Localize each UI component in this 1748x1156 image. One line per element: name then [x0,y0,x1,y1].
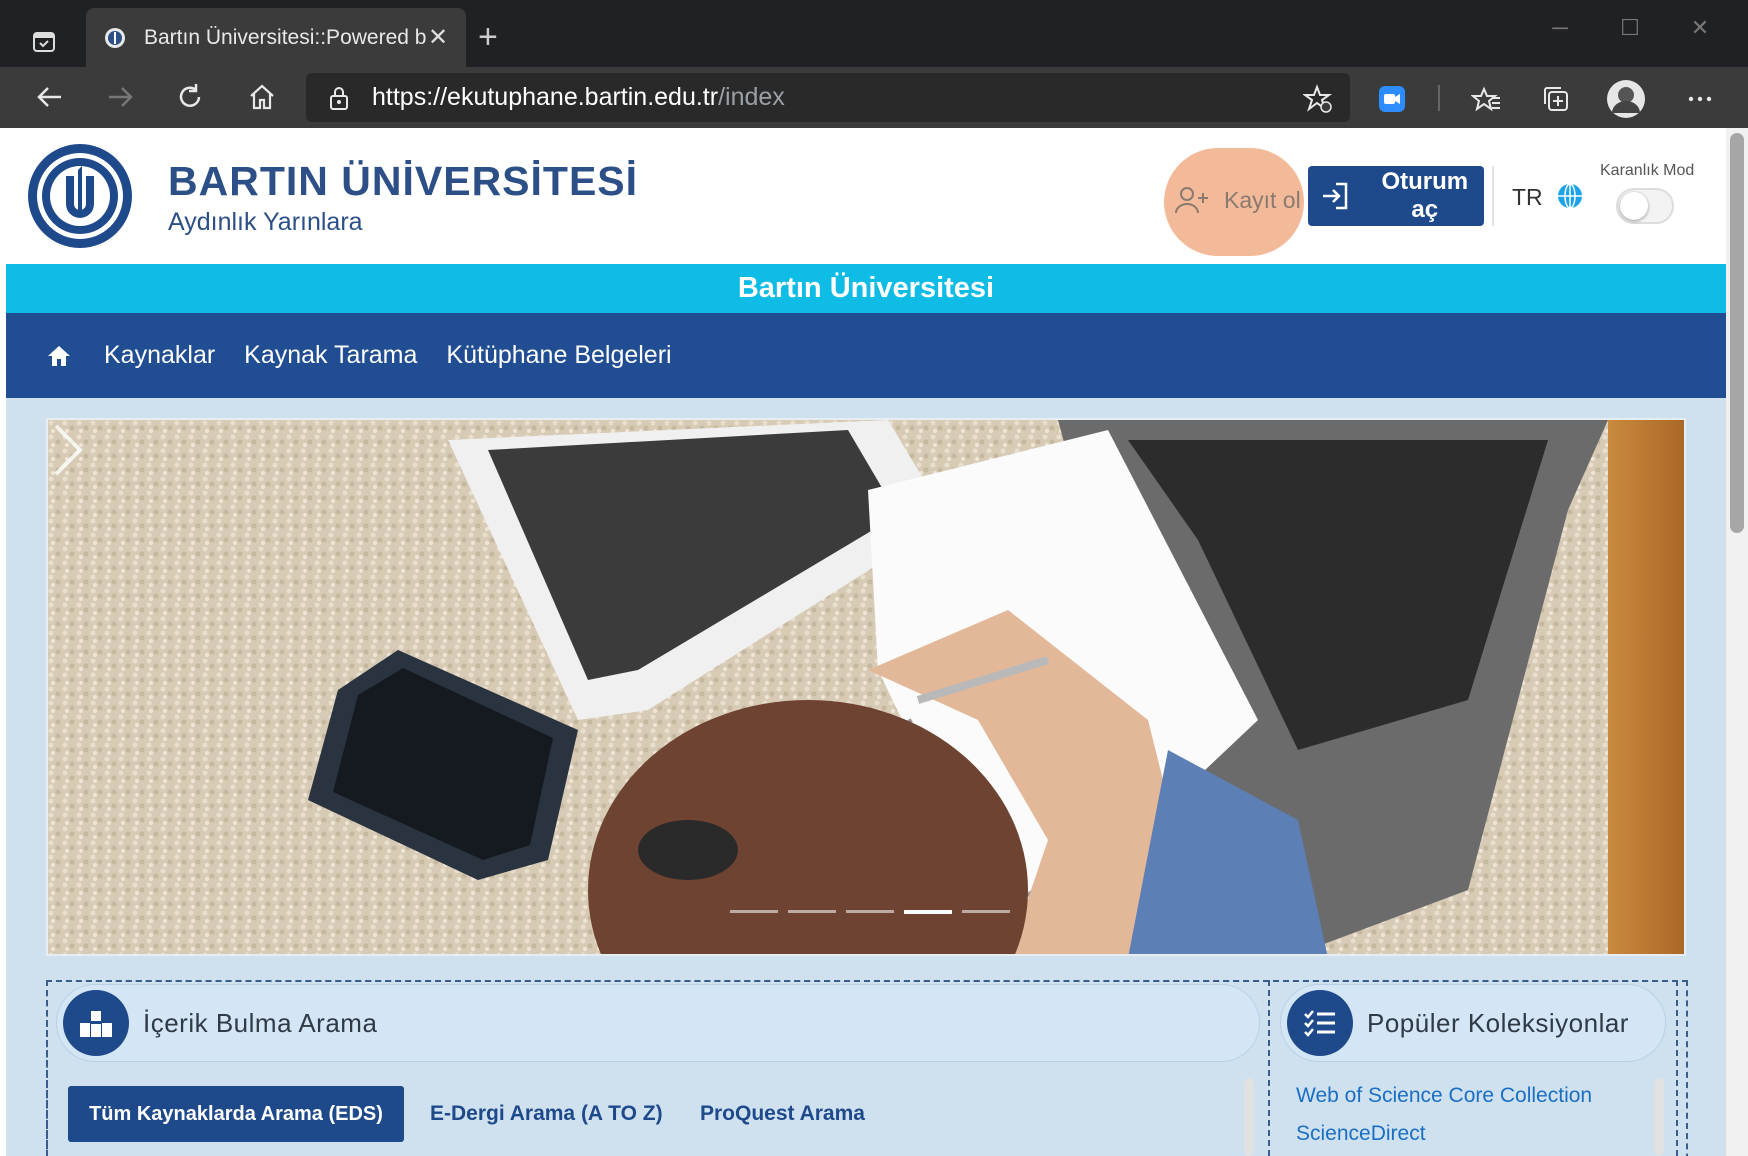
tab-actions-icon[interactable] [22,24,66,60]
banner-title: Bartın Üniversitesi [737,272,995,304]
home-nav-icon[interactable] [44,341,74,371]
brand-name: BARTIN ÜNİVERSİTESİ [168,158,639,204]
tab-ejournal-search[interactable]: E-Dergi Arama (A TO Z) [430,1102,663,1126]
url-host: ekutuphane.bartin.edu.tr [447,83,719,111]
hero-carousel[interactable] [46,418,1686,956]
profile-avatar-icon[interactable] [1604,77,1648,121]
header-divider [1492,166,1494,226]
url-scheme: https:// [372,83,448,111]
search-panel-scrollbar[interactable] [1244,1078,1254,1156]
lock-icon[interactable] [328,85,356,111]
carousel-indicator-active[interactable] [904,910,952,914]
nav-kaynaklar[interactable]: Kaynaklar [104,341,215,370]
carousel-indicator[interactable] [730,910,778,913]
search-panel-icon [63,990,129,1056]
search-panel-header: İçerik Bulma Arama [56,984,1260,1062]
favorites-icon[interactable] [1464,77,1508,121]
collections-panel-header: Popüler Koleksiyonlar [1280,984,1666,1062]
globe-icon[interactable] [1556,182,1584,210]
carousel-indicator[interactable] [788,910,836,913]
refresh-icon[interactable] [166,73,214,121]
nav-kaynak-tarama[interactable]: Kaynak Tarama [244,341,417,370]
sign-in-icon [1320,181,1354,211]
tab-title: Bartın Üniversitesi::Powered by D [144,25,426,49]
toolbar-divider [1438,85,1440,111]
login-button[interactable]: Oturum aç [1308,166,1484,226]
dark-mode-toggle[interactable] [1616,188,1674,224]
register-button[interactable]: Kayıt ol [1174,172,1301,228]
url-path: /index [718,83,785,111]
browser-tab[interactable]: Bartın Üniversitesi::Powered by D ✕ [86,8,466,67]
collections-icon[interactable] [1534,77,1578,121]
search-panel-title: İçerik Bulma Arama [143,1007,378,1038]
carousel-indicators [730,910,1010,914]
list-icon [1287,990,1353,1056]
zoom-extension-icon[interactable] [1370,77,1414,121]
site-header: BARTIN ÜNİVERSİTESİ Aydınlık Yarınlara K… [6,128,1726,264]
carousel-indicator[interactable] [962,910,1010,913]
hero-image [48,420,1684,954]
more-options-icon[interactable] [1678,77,1722,121]
toggle-knob [1620,192,1648,220]
browser-toolbar: https:// ekutuphane.bartin.edu.tr /index [0,67,1748,128]
language-selector[interactable]: TR [1512,184,1543,211]
back-icon[interactable] [26,73,74,121]
brand-tagline: Aydınlık Yarınlara [168,208,363,236]
nav-kutuphane-belgeleri[interactable]: Kütüphane Belgeleri [446,341,671,370]
tab-proquest-search[interactable]: ProQuest Arama [700,1102,865,1126]
university-logo[interactable] [26,140,134,252]
institution-banner: Bartın Üniversitesi [6,264,1726,313]
login-label: Oturum aç [1381,168,1469,223]
panels-divider [1268,980,1270,1156]
tab-eds-search[interactable]: Tüm Kaynaklarda Arama (EDS) [68,1086,404,1142]
main-nav: Kaynaklar Kaynak Tarama Kütüphane Belgel… [6,313,1726,398]
tab-close-icon[interactable]: ✕ [426,23,450,52]
forward-icon[interactable] [96,73,144,121]
collection-link[interactable]: ScienceDirect [1296,1122,1426,1146]
dark-mode-label: Karanlık Mod [1600,162,1695,179]
new-tab-icon[interactable]: + [478,20,498,54]
page-scrollbar-thumb[interactable] [1730,133,1744,533]
site-favicon-icon [102,25,128,51]
collection-link[interactable]: Web of Science Core Collection [1296,1084,1592,1108]
close-window-icon[interactable]: ✕ [1670,8,1730,48]
address-bar[interactable]: https:// ekutuphane.bartin.edu.tr /index [306,73,1350,122]
add-favorite-icon[interactable] [1296,77,1340,121]
browser-titlebar: Bartın Üniversitesi::Powered by D ✕ + ─ … [0,0,1748,67]
minimize-icon[interactable]: ─ [1530,8,1590,48]
maximize-icon[interactable]: ☐ [1600,8,1660,48]
carousel-next-icon[interactable] [48,420,88,480]
carousel-indicator[interactable] [846,910,894,913]
home-icon[interactable] [238,73,286,121]
collections-panel-title: Popüler Koleksiyonlar [1367,1007,1629,1038]
register-label: Kayıt ol [1224,186,1301,213]
collections-panel-scrollbar[interactable] [1654,1078,1664,1156]
add-user-icon [1174,185,1214,215]
